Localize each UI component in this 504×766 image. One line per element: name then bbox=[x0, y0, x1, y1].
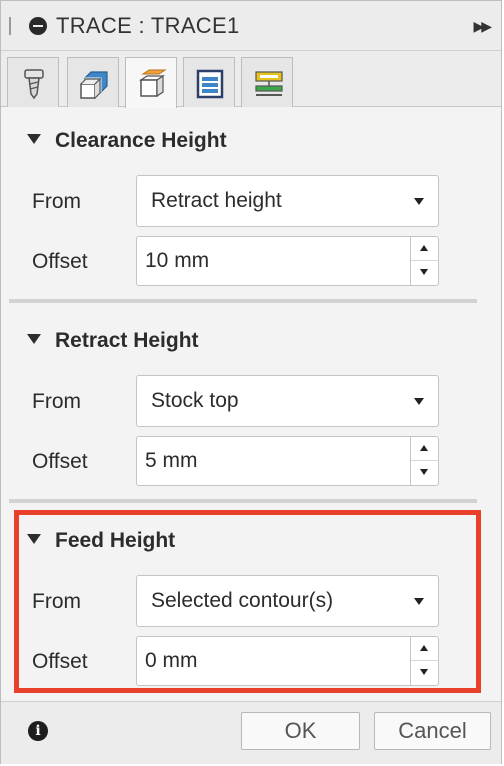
offset-stepper bbox=[410, 237, 438, 285]
tab-geometry[interactable] bbox=[67, 57, 119, 107]
from-label: From bbox=[32, 390, 81, 413]
trace-dialog: TRACE : TRACE1 ▶▶ Clearance Height From … bbox=[0, 0, 502, 764]
offset-value: 0 mm bbox=[145, 649, 198, 672]
section-heading: Retract Height bbox=[55, 329, 199, 352]
dialog-titlebar[interactable]: TRACE : TRACE1 ▶▶ bbox=[1, 1, 501, 51]
collapse-triangle-icon bbox=[27, 334, 41, 344]
collapse-triangle-icon bbox=[27, 134, 41, 144]
selected-value: Selected contour(s) bbox=[151, 589, 334, 612]
offset-stepper bbox=[410, 637, 438, 685]
tab-passes[interactable] bbox=[183, 57, 235, 107]
collapse-triangle-icon bbox=[27, 534, 41, 544]
clearance-offset-input[interactable]: 10 mm bbox=[136, 236, 439, 286]
retract-from-select[interactable]: Stock top bbox=[136, 375, 439, 427]
collapse-icon[interactable] bbox=[29, 17, 47, 35]
feed-offset-input[interactable]: 0 mm bbox=[136, 636, 439, 686]
section-divider bbox=[9, 499, 477, 503]
linking-icon bbox=[255, 71, 283, 96]
offset-label: Offset bbox=[32, 250, 88, 273]
ok-button[interactable]: OK bbox=[241, 712, 360, 750]
selected-value: Retract height bbox=[151, 189, 282, 212]
increment-arrow-icon[interactable] bbox=[411, 637, 438, 661]
section-heading: Feed Height bbox=[55, 529, 176, 552]
dialog-footer: i OK Cancel bbox=[1, 701, 501, 764]
tab-tool[interactable] bbox=[7, 57, 59, 107]
tool-icon bbox=[24, 69, 44, 100]
cancel-button[interactable]: Cancel bbox=[374, 712, 491, 750]
from-label: From bbox=[32, 590, 81, 613]
section-divider bbox=[9, 299, 477, 303]
decrement-arrow-icon[interactable] bbox=[411, 461, 438, 485]
dropdown-caret-icon bbox=[414, 198, 424, 205]
passes-icon bbox=[196, 69, 224, 99]
offset-stepper bbox=[410, 437, 438, 485]
dialog-title: TRACE : TRACE1 bbox=[56, 13, 240, 38]
offset-value: 10 mm bbox=[145, 249, 210, 272]
clearance-from-select[interactable]: Retract height bbox=[136, 175, 439, 227]
info-icon[interactable]: i bbox=[28, 721, 48, 741]
drag-grip-icon[interactable] bbox=[9, 17, 11, 35]
increment-arrow-icon[interactable] bbox=[411, 237, 438, 261]
tab-bar bbox=[1, 51, 501, 108]
tab-linking[interactable] bbox=[241, 57, 293, 107]
retract-height-toggle[interactable]: Retract Height bbox=[27, 329, 199, 353]
geometry-icon bbox=[80, 71, 108, 99]
selected-value: Stock top bbox=[151, 389, 239, 412]
offset-value: 5 mm bbox=[145, 449, 198, 472]
increment-arrow-icon[interactable] bbox=[411, 437, 438, 461]
retract-offset-input[interactable]: 5 mm bbox=[136, 436, 439, 486]
section-heading: Clearance Height bbox=[55, 129, 227, 152]
dropdown-caret-icon bbox=[414, 398, 424, 405]
offset-label: Offset bbox=[32, 450, 88, 473]
heights-icon bbox=[139, 69, 167, 98]
feed-height-toggle[interactable]: Feed Height bbox=[27, 529, 175, 553]
decrement-arrow-icon[interactable] bbox=[411, 261, 438, 285]
offset-label: Offset bbox=[32, 650, 88, 673]
dropdown-caret-icon bbox=[414, 598, 424, 605]
decrement-arrow-icon[interactable] bbox=[411, 661, 438, 685]
from-label: From bbox=[32, 190, 81, 213]
clearance-height-toggle[interactable]: Clearance Height bbox=[27, 129, 227, 153]
feed-from-select[interactable]: Selected contour(s) bbox=[136, 575, 439, 627]
tab-heights[interactable] bbox=[125, 57, 177, 108]
expand-arrows-icon[interactable]: ▶▶ bbox=[473, 18, 491, 35]
